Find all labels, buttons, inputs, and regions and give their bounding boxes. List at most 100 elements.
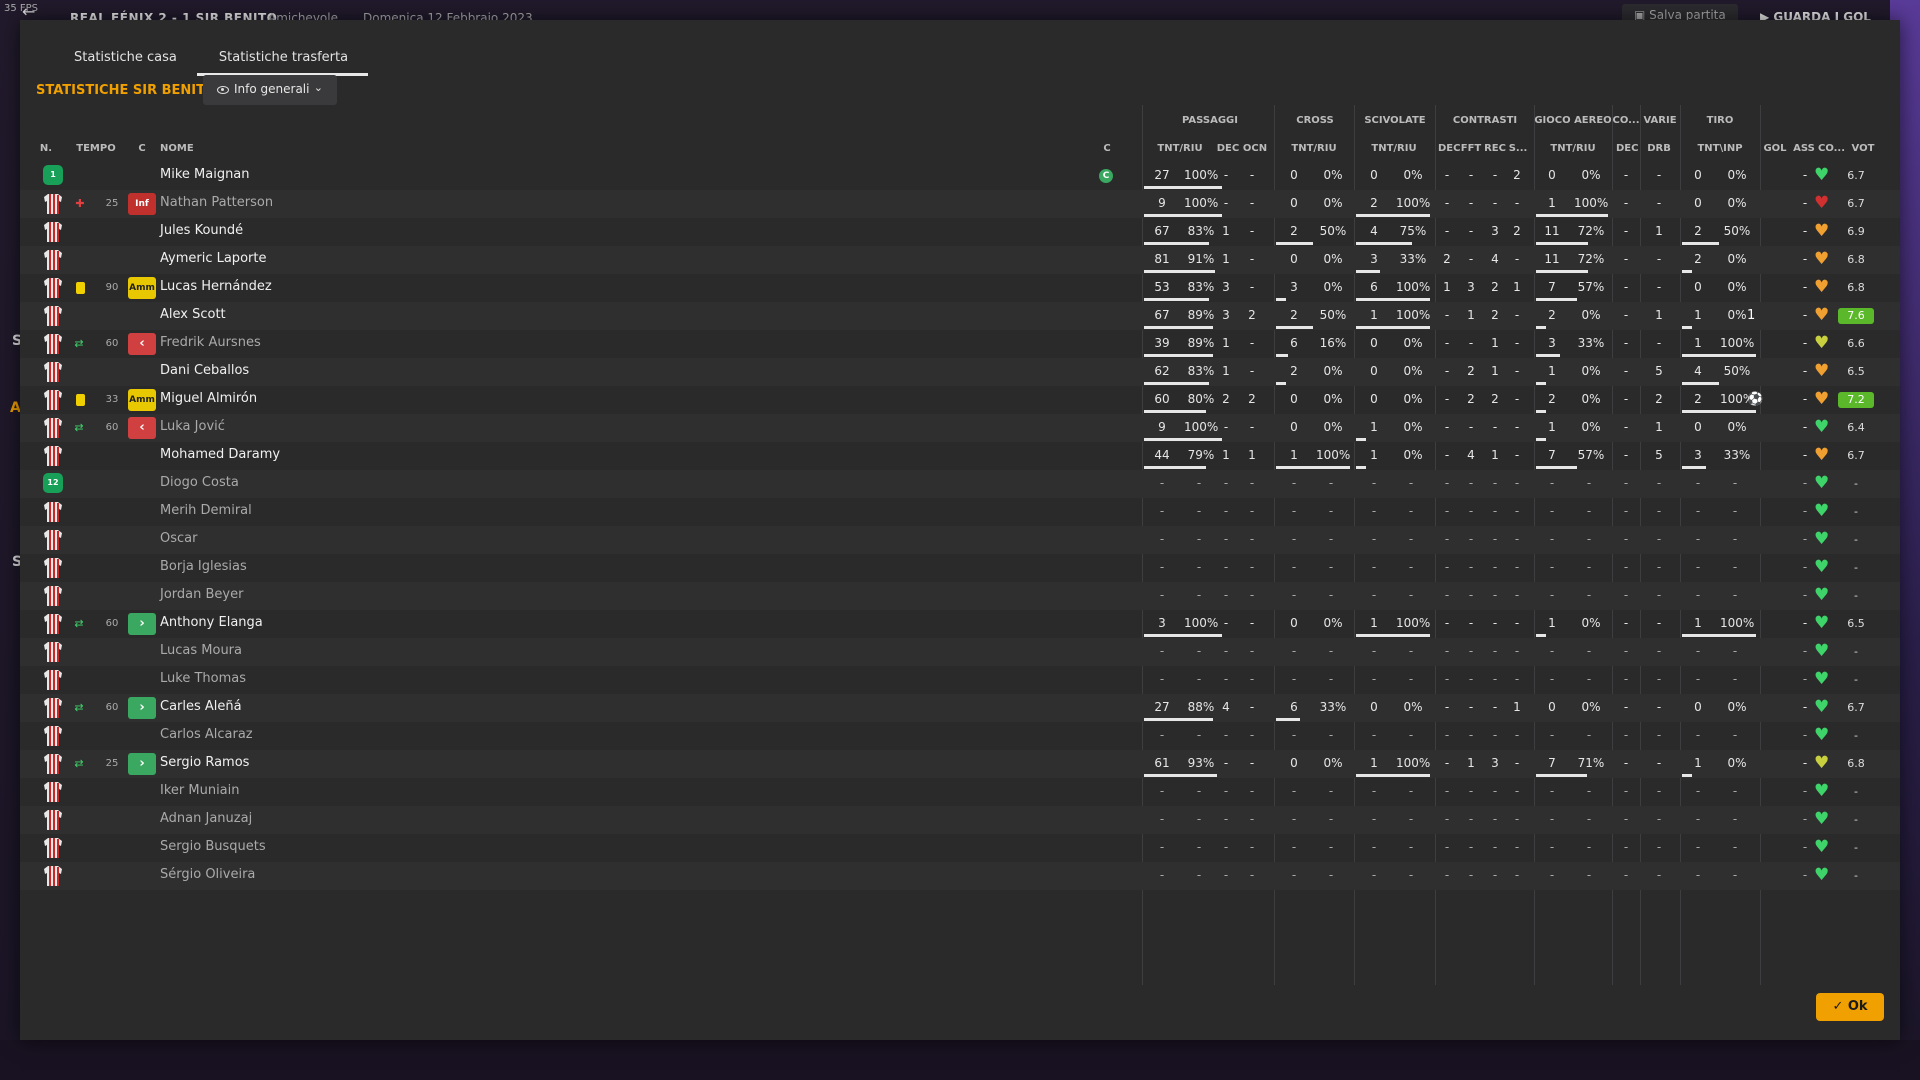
player-row[interactable]: ⇄ 25 › Sergio Ramos 61 93% - -0 0% 1 100% -1 3-7 71% -… [20, 750, 1900, 778]
player-name[interactable]: Miguel Almirón [160, 391, 257, 406]
column-header-c_rec[interactable]: REC [1484, 143, 1506, 154]
player-name[interactable]: Luka Jović [160, 419, 225, 434]
tab-away-stats[interactable]: Statistiche trasferta [196, 40, 369, 76]
player-name[interactable]: Jules Koundé [160, 223, 243, 238]
view-dropdown[interactable]: Info generali ⌄ [203, 75, 337, 105]
player-row[interactable]: Carlos Alcaraz - - - - - - - - - - - - - - - - - - - ♥ - [20, 722, 1900, 750]
player-name[interactable]: Carles Aleñá [160, 699, 242, 714]
player-name[interactable]: Aymeric Laporte [160, 251, 266, 266]
player-row[interactable]: Alex Scott 67 89% 3 2 2 50% 1 100% -1 2-2 0% -1 1 0% 1-… [20, 302, 1900, 330]
player-name[interactable]: Luke Thomas [160, 671, 246, 686]
column-header-co_dec[interactable]: DEC [1616, 143, 1638, 154]
player-row[interactable]: ⇄ 60 ‹ Fredrik Aursnes 39 89% 1 - 6 16% 0 0% - - 1 - 3 33… [20, 330, 1900, 358]
column-header-n[interactable]: N. [36, 143, 56, 154]
player-row[interactable]: ⇄ 60 › Carles Aleñá 27 88% 4 - 6 33% 0 0% - - - 1 0 0% - - 0… [20, 694, 1900, 722]
stat-cell: - [1802, 280, 1808, 294]
player-name[interactable]: Jordan Beyer [160, 587, 243, 602]
player-row[interactable]: Adnan Januzaj - - - - - - - - - - - - - - - - - - - ♥ - [20, 806, 1900, 834]
player-name[interactable]: Lucas Moura [160, 643, 242, 658]
stat-cell: 1 [1694, 336, 1702, 350]
column-header-ass[interactable]: ASS [1792, 143, 1816, 154]
player-row[interactable]: Iker Muniain - - - - - - - - - - - - - - - - - - - ♥ - [20, 778, 1900, 806]
player-row[interactable]: Borja Iglesias - - - - - - - - - - - - - - - - - - - ♥ - [20, 554, 1900, 582]
column-header-c_dec[interactable]: DEC [1438, 143, 1460, 154]
column-header-aer_tr[interactable]: TNT/RIU [1540, 143, 1606, 154]
player-row[interactable]: Oscar - - - - - - - - - - - - - - - - - - - ♥ - [20, 526, 1900, 554]
player-row[interactable]: Jules Koundé 67 83% 1-2 50% 4 75% - -3 2 11 72% -1 2 5… [20, 218, 1900, 246]
column-header-nome[interactable]: NOME [160, 143, 200, 154]
player-row[interactable]: Merih Demiral - - - - - - - - - - - - - - - - - - - ♥ - [20, 498, 1900, 526]
column-header-ocn[interactable]: OCN [1242, 143, 1268, 154]
player-row[interactable]: Lucas Moura - - - - - - - - - - - - - - - - - - - ♥ - [20, 638, 1900, 666]
stat-empty: - [1249, 644, 1255, 658]
stat-cell: - [1514, 392, 1520, 406]
player-name[interactable]: Mike Maignan [160, 167, 250, 182]
stat-cell: 60 [1154, 392, 1170, 406]
match-rating: - [1854, 561, 1858, 574]
player-row[interactable]: 12 Diogo Costa - - - - - - - - - - - - - - - - - - - ♥ - [20, 470, 1900, 498]
column-header-dec[interactable]: DEC [1216, 143, 1240, 154]
stat-bar [1356, 214, 1430, 217]
player-row[interactable]: Luke Thomas - - - - - - - - - - - - - - - - - - - ♥ - [20, 666, 1900, 694]
team-stats-title: STATISTICHE SIR BENITO [36, 83, 217, 98]
column-header-pass_tr[interactable]: TNT/RIU [1150, 143, 1210, 154]
player-row[interactable]: Mohamed Daramy 44 79% 1 1 1 100% 1 0% - 4 1 - 7 57% - 5 3… [20, 442, 1900, 470]
column-header-vot[interactable]: VOT [1846, 143, 1880, 154]
column-header-drb[interactable]: DRB [1644, 143, 1674, 154]
stat-bar [1144, 326, 1213, 329]
stat-cell: - [1623, 168, 1629, 182]
player-name[interactable]: Lucas Hernández [160, 279, 272, 294]
player-name[interactable]: Sergio Busquets [160, 839, 266, 854]
column-header-c2[interactable]: C [1098, 143, 1116, 154]
stat-empty: - [1223, 644, 1229, 658]
player-name[interactable]: Oscar [160, 531, 197, 546]
stat-empty: - [1514, 644, 1520, 658]
player-row[interactable]: 1 Mike Maignan C 27 100% - -0 0% 0 0% - - -2 0 0% - -0 0%… [20, 162, 1900, 190]
column-header-c_s[interactable]: S... [1508, 143, 1528, 154]
player-name[interactable]: Borja Iglesias [160, 559, 247, 574]
stat-empty: - [1732, 588, 1738, 602]
player-row[interactable]: 90 Amm Lucas Hernández 53 83% 3-3 0% 6 100% 1 3 2 1 7… [20, 274, 1900, 302]
condition-heart-icon: ♥ [1814, 753, 1830, 773]
player-name[interactable]: Merih Demiral [160, 503, 252, 518]
stat-empty: - [1492, 560, 1498, 574]
tab-home-stats[interactable]: Statistiche casa [52, 40, 197, 76]
column-header-cross_tr[interactable]: TNT/RIU [1284, 143, 1344, 154]
column-header-c_fft[interactable]: FFT [1460, 143, 1482, 154]
column-header-tiro[interactable]: TNT\INP [1690, 143, 1750, 154]
stat-empty: - [1732, 504, 1738, 518]
player-row[interactable]: Sergio Busquets - - - - - - - - - - - - - - - - - - - ♥ - [20, 834, 1900, 862]
player-name[interactable]: Sergio Ramos [160, 755, 249, 770]
player-name[interactable]: Alex Scott [160, 307, 226, 322]
player-row[interactable]: ⇄ 60 ‹ Luka Jović 9 100% - -0 0% 1 0% - - - -1 0% -1 0 0% -… [20, 414, 1900, 442]
column-header-c[interactable]: C [132, 143, 152, 154]
player-row[interactable]: Aymeric Laporte 81 91% 1 - 0 0% 3 33% 2 - 4 - 11 72% - -… [20, 246, 1900, 274]
stat-empty: - [1223, 532, 1229, 546]
player-row[interactable]: ✚ 25 Inf Nathan Patterson 9 100% - -0 0% 2 100% - - -… [20, 190, 1900, 218]
player-name[interactable]: Anthony Elanga [160, 615, 263, 630]
player-row[interactable]: Dani Ceballos 62 83% 1 - 2 0% 0 0% - 2 1 - 1 0% - 5 4 50% -… [20, 358, 1900, 386]
player-name[interactable]: Diogo Costa [160, 475, 239, 490]
player-row[interactable]: Jordan Beyer - - - - - - - - - - - - - - - - - - - ♥ - [20, 582, 1900, 610]
back-arrow-icon[interactable]: ← [22, 2, 35, 21]
column-header-co[interactable]: CO... [1818, 143, 1845, 154]
stat-empty: - [1695, 868, 1701, 882]
player-row[interactable]: Sérgio Oliveira - - - - - - - - - - - - - - - - - - - ♥ - [20, 862, 1900, 890]
column-header-tempo[interactable]: TEMPO [76, 143, 116, 154]
player-name[interactable]: Nathan Patterson [160, 195, 273, 210]
player-name[interactable]: Iker Muniain [160, 783, 240, 798]
player-name[interactable]: Fredrik Aursnes [160, 335, 261, 350]
player-name[interactable]: Mohamed Daramy [160, 447, 280, 462]
player-name[interactable]: Dani Ceballos [160, 363, 249, 378]
player-name[interactable]: Adnan Januzaj [160, 811, 252, 826]
stat-empty: - [1623, 532, 1629, 546]
stat-cell: - [1623, 448, 1629, 462]
player-row[interactable]: ⇄ 60 › Anthony Elanga 3 100% - -0 0% 1 100% - - - -1 0%… [20, 610, 1900, 638]
column-header-sciv_tr[interactable]: TNT/RIU [1364, 143, 1424, 154]
stat-cell: 79% [1187, 448, 1215, 462]
ok-button[interactable]: ✓ Ok [1816, 993, 1884, 1021]
player-name[interactable]: Carlos Alcaraz [160, 727, 253, 742]
column-header-gol[interactable]: GOL [1762, 143, 1788, 154]
player-name[interactable]: Sérgio Oliveira [160, 867, 255, 882]
player-row[interactable]: 33 Amm Miguel Almirón 60 80% 2 2 0 0% 0 0% - 2 2 - 2 0% -… [20, 386, 1900, 414]
